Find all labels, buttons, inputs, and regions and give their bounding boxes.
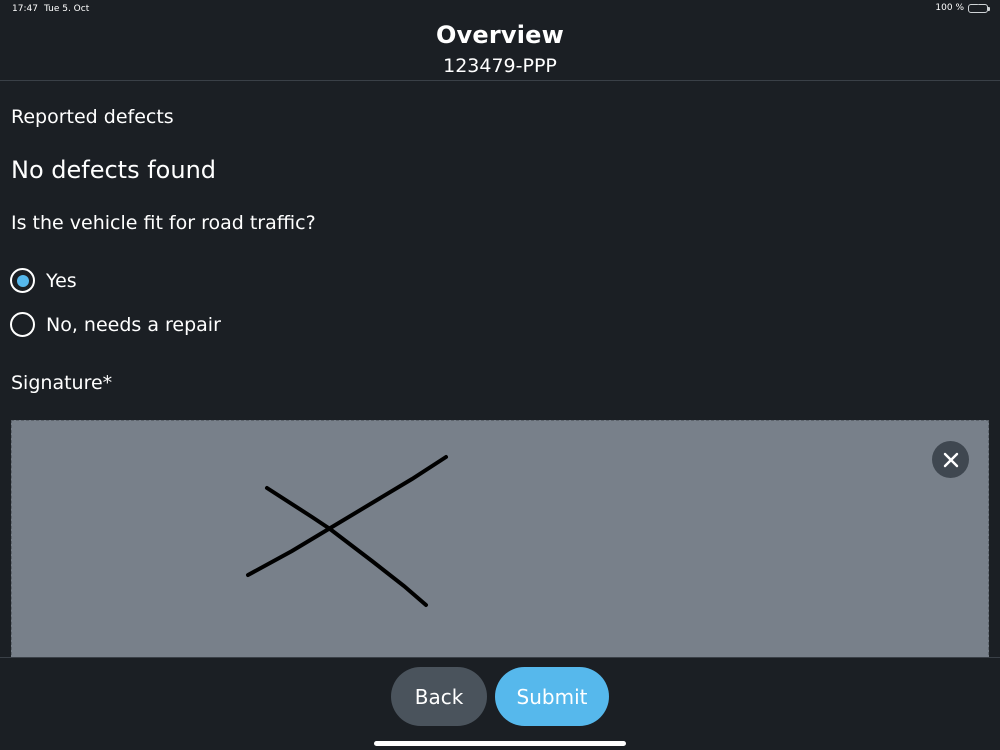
clear-signature-button[interactable] [932,441,969,478]
radio-label-yes: Yes [46,269,77,292]
road-fit-question: Is the vehicle fit for road traffic? [11,212,316,234]
radio-selected-dot [16,274,29,287]
page-header: Overview 123479-PPP [0,18,1000,81]
radio-option-yes[interactable]: Yes [10,268,77,293]
signature-label: Signature* [11,372,113,394]
status-time: 17:47 [12,4,38,14]
vehicle-id: 123479-PPP [443,55,557,77]
back-button[interactable]: Back [391,667,487,726]
radio-button-unselected[interactable] [10,312,35,337]
home-indicator[interactable] [374,741,626,746]
reported-defects-label: Reported defects [11,106,174,128]
defects-value: No defects found [11,156,217,184]
close-icon [943,452,958,467]
radio-option-no[interactable]: No, needs a repair [10,312,221,337]
status-bar: 17:47 Tue 5. Oct 100 % ⚡ [0,0,1000,18]
radio-button-selected[interactable] [10,268,35,293]
overview-screen: 17:47 Tue 5. Oct 100 % ⚡ Overview 123479… [0,0,1000,750]
status-date: Tue 5. Oct [44,4,90,14]
radio-label-no: No, needs a repair [46,313,221,336]
submit-button[interactable]: Submit [495,667,609,726]
signature-pad[interactable] [11,420,989,660]
charging-bolt-icon: ⚡ [974,2,980,12]
page-title: Overview [435,21,565,49]
status-right: 100 % ⚡ [935,2,990,13]
footer-bar: Back Submit [0,657,1000,750]
signature-drawing [246,455,448,607]
battery-percent: 100 % [935,3,964,13]
battery-icon: ⚡ [968,2,990,13]
